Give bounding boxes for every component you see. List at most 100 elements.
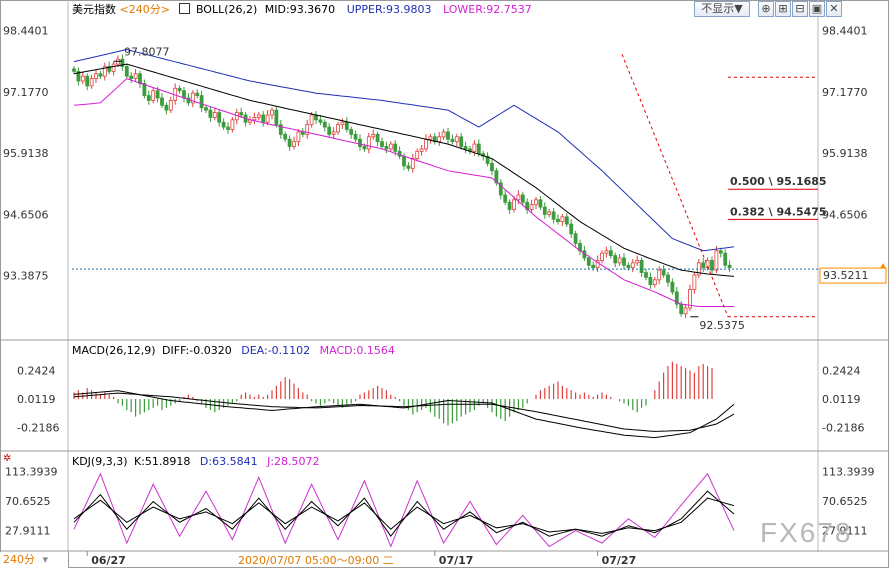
candle-body	[226, 126, 230, 130]
candle-body	[375, 133, 380, 143]
zoom-in-icon[interactable]: ⊞	[775, 1, 791, 17]
macd-y-tick-left: -0.2186	[17, 422, 59, 435]
candle-body	[160, 97, 164, 106]
candle-body	[146, 95, 151, 101]
kdj-y-tick-left: 27.9111	[5, 525, 51, 538]
candle-body	[221, 121, 226, 128]
candle-body	[164, 104, 169, 111]
candle-body	[617, 257, 622, 264]
period-selector-button[interactable]: 240分 ▾	[0, 552, 69, 568]
candle-body	[648, 276, 653, 286]
indicator-toggle-icon[interactable]	[179, 3, 191, 14]
candle-body	[380, 141, 384, 147]
candle-body	[111, 63, 116, 72]
candle-body	[300, 131, 305, 135]
fib-level-label: 0.500 \ 95.1685	[730, 175, 827, 188]
time-cursor-label: 2020/07/07 05:00～09:00 二	[238, 554, 394, 567]
candle-body	[441, 131, 446, 138]
macd-y-tick-left: 0.2424	[17, 365, 56, 378]
y-tick-left: 94.6506	[3, 208, 49, 221]
period-selector-label: 240分	[3, 553, 35, 566]
candle-body	[393, 143, 398, 152]
macd-title: MACD(26,12,9)	[72, 344, 156, 357]
candle-body	[542, 206, 547, 215]
candle-body	[261, 114, 266, 123]
candle-body	[630, 262, 635, 269]
candle-body	[507, 201, 512, 210]
candle-body	[402, 155, 406, 167]
candle-body	[424, 138, 428, 150]
candle-body	[182, 90, 186, 99]
y-tick-right: 97.1770	[822, 86, 868, 99]
candle-body	[683, 307, 688, 315]
candle-body	[652, 279, 657, 286]
candle-body	[600, 252, 604, 261]
candle-body	[124, 66, 129, 77]
candle-body	[428, 136, 433, 140]
candle-body	[331, 131, 336, 135]
candle-body	[388, 143, 393, 150]
candle-body	[344, 121, 349, 130]
fib-level-label: 0.382 \ 94.5475	[730, 205, 827, 218]
candle-body	[252, 116, 257, 121]
candle-body	[406, 165, 411, 169]
kdj-j-value: J:28.5072	[267, 455, 320, 468]
crosshair-icon[interactable]: ⊕	[758, 1, 774, 17]
candle-body	[670, 281, 675, 293]
candle-body	[204, 107, 208, 111]
candle-body	[556, 218, 560, 223]
candle-body	[450, 138, 455, 143]
candle-body	[586, 257, 591, 266]
candle-body	[168, 100, 173, 111]
candle-body	[177, 87, 182, 92]
candle-body	[512, 199, 516, 210]
candle-body	[274, 109, 279, 126]
candle-body	[212, 112, 217, 118]
candle-body	[309, 114, 314, 126]
candle-body	[573, 233, 578, 244]
macd-diff-line	[73, 390, 735, 439]
window-icon[interactable]: ▣	[809, 1, 825, 17]
y-tick-right: 95.9138	[822, 147, 868, 160]
candle-body	[551, 211, 556, 220]
candle-body	[446, 131, 450, 140]
candle-body	[151, 90, 156, 101]
candle-body	[270, 109, 274, 116]
candle-body	[608, 250, 613, 256]
candle-body	[366, 136, 371, 150]
candle-body	[503, 194, 508, 203]
candle-body	[256, 114, 261, 118]
candle-body	[613, 255, 618, 264]
candle-body	[410, 158, 415, 169]
stock-chart[interactable]: 98.4401 98.4401 97.1770 97.1770 95.9138 95.91…	[0, 0, 889, 568]
candle-body	[692, 274, 697, 290]
high-price-label: 97.8077	[124, 45, 170, 58]
macd-dea-value: DEA:-0.1102	[241, 344, 311, 357]
candle-body	[701, 262, 706, 269]
current-price-arrow-icon	[880, 263, 886, 269]
period-label[interactable]: <240分>	[120, 3, 170, 16]
candle-body	[353, 133, 358, 140]
candle-body	[490, 163, 494, 172]
candle-body	[292, 141, 296, 147]
candle-body	[199, 95, 204, 109]
candle-body	[336, 124, 340, 133]
candle-body	[318, 119, 323, 123]
kdj-settings-icon[interactable]: ✲	[3, 454, 13, 464]
candle-body	[230, 119, 235, 130]
hide-display-button[interactable]: 不显示▼	[694, 1, 750, 17]
close-icon[interactable]: ✕	[826, 1, 842, 17]
candle-body	[265, 114, 270, 123]
candle-body	[626, 264, 631, 269]
kdj-d-line	[73, 497, 735, 534]
candle-body	[679, 303, 684, 315]
candle-body	[639, 260, 644, 273]
zoom-out-icon[interactable]: ⊟	[792, 1, 808, 17]
candle-body	[529, 204, 534, 210]
low-price-label: 92.5375	[699, 319, 745, 332]
candle-body	[520, 194, 525, 203]
candle-body	[133, 73, 138, 80]
candle-body	[239, 112, 244, 116]
candle-body	[644, 272, 648, 278]
candle-body	[208, 109, 213, 118]
